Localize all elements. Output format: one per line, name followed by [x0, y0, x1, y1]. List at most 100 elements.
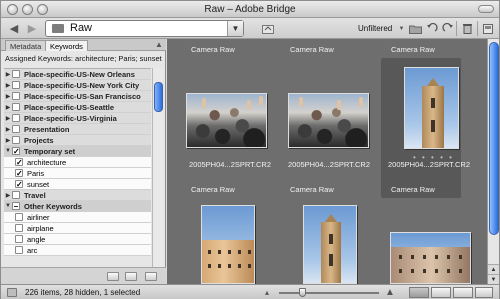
forward-arrow-icon[interactable]: ▶ [25, 21, 39, 36]
tab-metadata[interactable]: Metadata [5, 40, 47, 51]
disclosure-closed-icon[interactable]: ▶ [4, 192, 12, 199]
thumbnail-image[interactable] [404, 67, 459, 149]
disclosure-closed-icon[interactable]: ▶ [4, 93, 12, 100]
keyword-checkbox[interactable] [12, 81, 20, 89]
keyword-label: airplane [27, 223, 54, 233]
keyword-checkbox[interactable] [12, 136, 20, 144]
keyword-group[interactable]: ▶ Projects [4, 135, 151, 146]
details-view-button[interactable] [453, 287, 473, 298]
compact-mode-icon[interactable] [482, 21, 494, 36]
keyword-label: Presentation [24, 124, 70, 134]
keyword-item[interactable]: sunset [4, 179, 151, 190]
disclosure-closed-icon[interactable]: ▶ [4, 137, 12, 144]
disclosure-closed-icon[interactable]: ▶ [4, 115, 12, 122]
keyword-checkbox[interactable] [12, 103, 20, 111]
keyword-checkbox[interactable] [15, 158, 23, 166]
disclosure-open-icon[interactable]: ▼ [4, 203, 12, 209]
panel-footer [1, 267, 166, 284]
keyword-checkbox[interactable] [15, 169, 23, 177]
filter-chevron-icon[interactable]: ▼ [398, 21, 405, 36]
keyword-label: Place-specific-US-New York City [24, 80, 140, 90]
keyword-group[interactable]: ▶ Place-specific-US-New Orleans [4, 69, 151, 80]
panel-close-icon[interactable]: ▲ [155, 40, 163, 49]
new-folder-icon[interactable] [408, 21, 422, 36]
disclosure-closed-icon[interactable]: ▶ [4, 104, 12, 111]
filmstrip-view-button[interactable] [431, 287, 451, 298]
rotate-right-icon[interactable] [441, 21, 455, 36]
keyword-checkbox[interactable] [15, 213, 23, 221]
keyword-group[interactable]: ▼ Other Keywords [4, 201, 151, 212]
path-dropdown[interactable]: Raw ▼ [45, 20, 244, 37]
keyword-checkbox[interactable] [15, 235, 23, 243]
trash-icon[interactable] [461, 21, 473, 36]
keyword-item[interactable]: angle [4, 234, 151, 245]
keyword-group[interactable]: ▶ Place-specific-US-New York City [4, 80, 151, 91]
content-scrollbar[interactable]: ▲ ▼ [487, 39, 499, 284]
keyword-checkbox[interactable] [12, 202, 20, 210]
zoom-out-icon[interactable]: ▴ [265, 286, 269, 298]
keyword-item[interactable]: arc [4, 245, 151, 256]
zoom-in-icon[interactable]: ▲ [385, 286, 395, 298]
thumb-title: Camera Raw [191, 185, 235, 194]
content-scroll-thumb[interactable] [489, 42, 499, 235]
keyword-checkbox[interactable] [12, 70, 20, 78]
new-keyword-icon[interactable] [125, 272, 137, 281]
go-up-folder-icon[interactable] [261, 21, 275, 36]
thumb-filename: 2005PH04...2SPRT.CR2 [288, 160, 370, 169]
toolbar-separator [477, 21, 478, 36]
keyword-item[interactable]: architecture [4, 157, 151, 168]
keyword-item[interactable]: airplane [4, 223, 151, 234]
keyword-scroll-thumb[interactable] [154, 82, 163, 112]
panel-tabs: Metadata Keywords ▲ [1, 39, 166, 51]
keyword-group[interactable]: ▶ Travel [4, 190, 151, 201]
delete-keyword-icon[interactable] [145, 272, 157, 281]
keyword-checkbox[interactable] [12, 125, 20, 133]
tab-keywords[interactable]: Keywords [45, 40, 88, 51]
thumbnail-size-slider-knob[interactable] [299, 288, 306, 297]
keyword-checkbox[interactable] [12, 92, 20, 100]
keyword-checkbox[interactable] [15, 246, 23, 254]
back-arrow-icon[interactable]: ◀ [7, 21, 21, 36]
keyword-group[interactable]: ▶ Place-specific-US-Seattle [4, 102, 151, 113]
rotate-left-icon[interactable] [425, 21, 439, 36]
keyword-checkbox[interactable] [15, 224, 23, 232]
disclosure-open-icon[interactable]: ▼ [4, 148, 12, 154]
keyword-checkbox[interactable] [12, 114, 20, 122]
disclosure-closed-icon[interactable]: ▶ [4, 71, 12, 78]
thumbnail-image[interactable] [186, 93, 267, 148]
app-window: Raw – Adobe Bridge ◀ ▶ Raw ▼ Unfiltered … [0, 0, 500, 299]
toolbar-toggle-button[interactable] [478, 5, 494, 13]
keywords-panel: Metadata Keywords ▲ Assigned Keywords: a… [1, 39, 166, 299]
keyword-group[interactable]: ▼ Temporary set [4, 146, 151, 157]
keyword-checkbox[interactable] [15, 180, 23, 188]
keyword-checkbox[interactable] [12, 147, 20, 155]
keyword-group[interactable]: ▶ Presentation [4, 124, 151, 135]
thumbnail-image[interactable] [390, 232, 471, 284]
disclosure-closed-icon[interactable]: ▶ [4, 126, 12, 133]
new-sub-keyword-icon[interactable] [107, 272, 119, 281]
keyword-group[interactable]: ▶ Place-specific-US-Virginia [4, 113, 151, 124]
folder-icon [52, 24, 64, 33]
keyword-checkbox[interactable] [12, 191, 20, 199]
thumbnail-image[interactable] [201, 205, 255, 284]
thumbnail-view-button[interactable] [409, 287, 429, 298]
thumb-title: Camera Raw [290, 45, 334, 54]
scroll-up-arrow-icon[interactable]: ▲ [488, 264, 499, 274]
thumb-filename: 2005PH04...2SPRT.CR2 [189, 160, 271, 169]
thumb-filename: 2005PH04...2SPRT.CR2 [388, 160, 470, 169]
thumbnail-image[interactable] [288, 93, 369, 148]
versions-view-button[interactable] [475, 287, 493, 298]
keyword-item[interactable]: airliner [4, 212, 151, 223]
filter-dropdown[interactable]: Unfiltered [358, 24, 392, 33]
keyword-group[interactable]: ▶ Place-specific-US-San Francisco [4, 91, 151, 102]
keyword-label: architecture [27, 157, 67, 167]
keyword-scrollbar[interactable]: ▲ ▼ [152, 68, 163, 299]
path-label: Raw [70, 22, 93, 34]
chevron-down-icon[interactable]: ▼ [227, 21, 243, 36]
disclosure-closed-icon[interactable]: ▶ [4, 82, 12, 89]
thumbnail-image[interactable] [303, 205, 357, 284]
thumbnail-size-slider[interactable] [279, 292, 379, 294]
scroll-down-arrow-icon[interactable]: ▼ [488, 274, 499, 284]
keyword-item[interactable]: Paris [4, 168, 151, 179]
panel-toggle-icon[interactable] [7, 288, 17, 297]
